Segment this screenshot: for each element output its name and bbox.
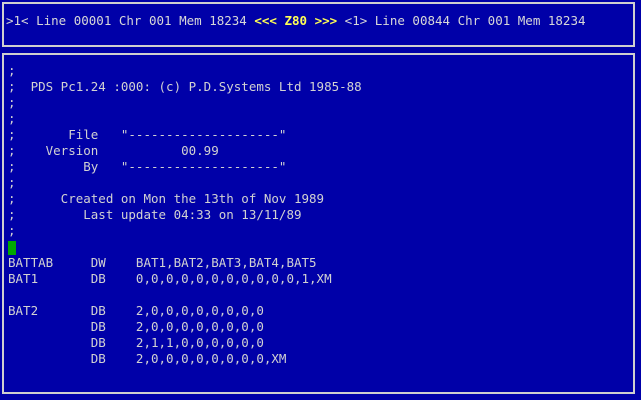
text-cursor <box>8 240 16 255</box>
source-line[interactable] <box>8 287 630 303</box>
source-line[interactable]: BAT2 DB 2,0,0,0,0,0,0,0,0 <box>8 303 630 319</box>
source-line[interactable]: DB 2,1,1,0,0,0,0,0,0 <box>8 335 630 351</box>
mode-indicator-right: >>> <box>307 13 338 28</box>
cursor-line[interactable] <box>8 239 630 255</box>
source-line[interactable]: ; File "--------------------" <box>8 127 630 143</box>
source-line[interactable]: BAT1 DB 0,0,0,0,0,0,0,0,0,0,0,1,XM <box>8 271 630 287</box>
source-line[interactable]: DB 2,0,0,0,0,0,0,0,0 <box>8 319 630 335</box>
left-pane-status: >1< Line 00001 Chr 001 Mem 18234 <box>6 13 255 28</box>
source-line[interactable]: DB 2,0,0,0,0,0,0,0,0,XM <box>8 351 630 367</box>
source-editor[interactable]: ; ; PDS Pc1.24 :000: (c) P.D.Systems Ltd… <box>8 63 630 367</box>
right-pane-status: <1> Line 00844 Chr 001 Mem 18234 <box>337 13 586 28</box>
mode-indicator-left: <<< <box>254 13 285 28</box>
pds-editor-screen: >1< Line 00001 Chr 001 Mem 18234 <<< Z80… <box>0 0 641 400</box>
source-line[interactable]: ; <box>8 111 630 127</box>
source-line[interactable]: ; <box>8 223 630 239</box>
source-line[interactable]: ; Last update 04:33 on 13/11/89 <box>8 207 630 223</box>
source-line[interactable]: ; <box>8 95 630 111</box>
source-line[interactable]: ; Version 00.99 <box>8 143 630 159</box>
source-line[interactable]: ; PDS Pc1.24 :000: (c) P.D.Systems Ltd 1… <box>8 79 630 95</box>
source-line[interactable]: ; Created on Mon the 13th of Nov 1989 <box>8 191 630 207</box>
status-bar: >1< Line 00001 Chr 001 Mem 18234 <<< Z80… <box>6 13 586 29</box>
source-line[interactable]: BATTAB DW BAT1,BAT2,BAT3,BAT4,BAT5 <box>8 255 630 271</box>
source-line[interactable]: ; <box>8 63 630 79</box>
source-line[interactable]: ; <box>8 175 630 191</box>
source-line[interactable]: ; By "--------------------" <box>8 159 630 175</box>
cpu-mode-label: Z80 <box>284 13 308 28</box>
